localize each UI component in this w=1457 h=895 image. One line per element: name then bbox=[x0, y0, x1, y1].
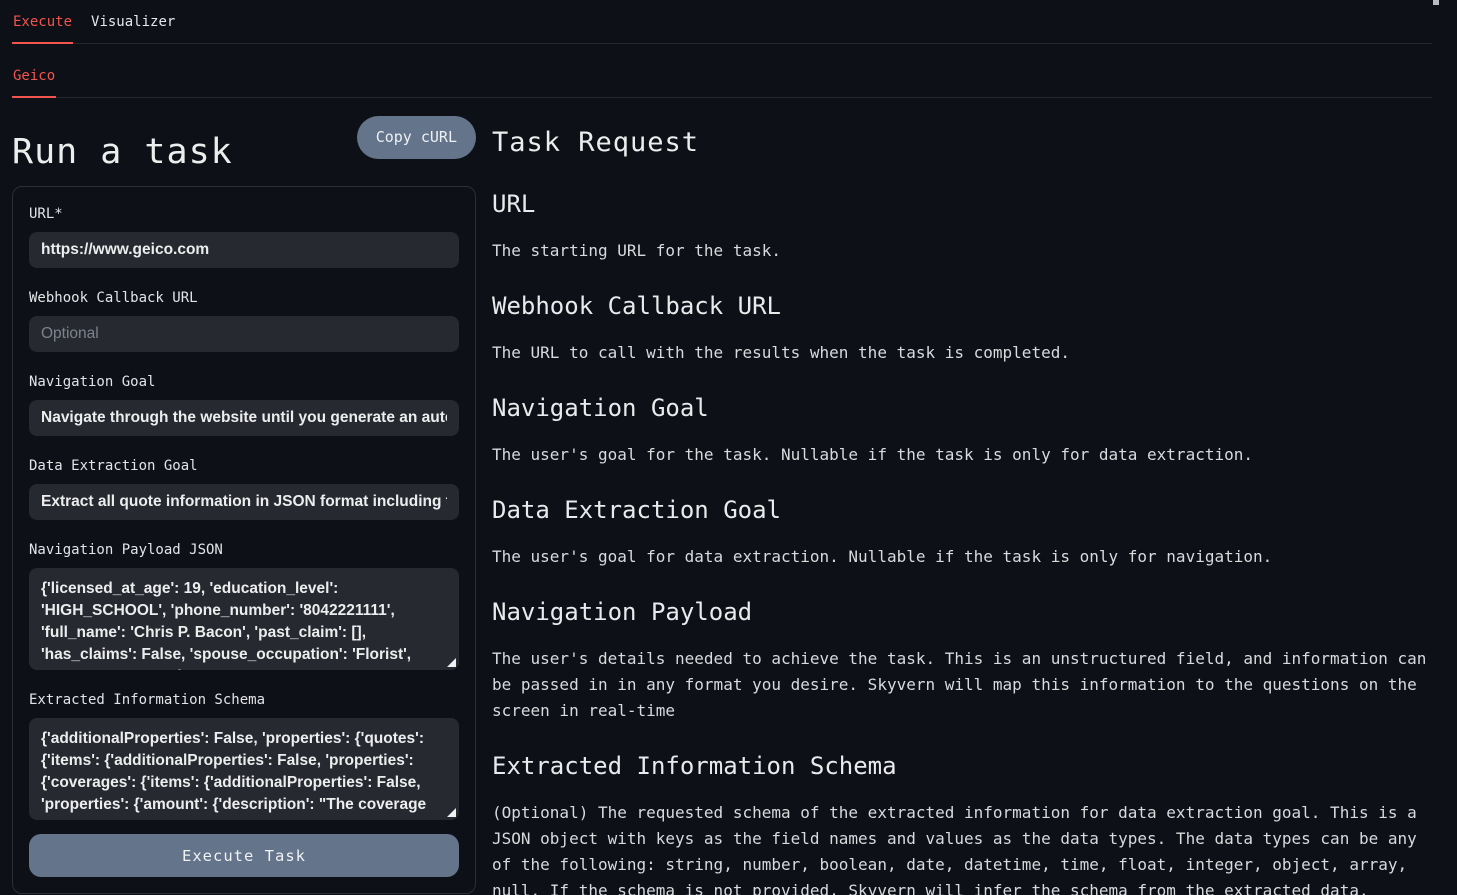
doc-heading: Navigation Goal bbox=[492, 393, 1432, 423]
execute-task-button[interactable]: Execute Task bbox=[29, 834, 459, 877]
doc-section-navigation-goal: Navigation Goal The user's goal for the … bbox=[492, 393, 1432, 468]
webhook-label: Webhook Callback URL bbox=[29, 291, 459, 305]
task-form-panel: Run a task Copy cURL URL* Webhook Callba… bbox=[12, 98, 476, 894]
navigation-goal-input[interactable] bbox=[29, 400, 459, 436]
navigation-goal-field-group: Navigation Goal bbox=[29, 375, 459, 436]
extracted-schema-label: Extracted Information Schema bbox=[29, 693, 459, 707]
doc-section-data-extraction-goal: Data Extraction Goal The user's goal for… bbox=[492, 495, 1432, 570]
resize-handle-icon[interactable] bbox=[447, 808, 456, 817]
extracted-schema-textarea[interactable]: {'additionalProperties': False, 'propert… bbox=[29, 718, 459, 820]
task-form-header: Run a task Copy cURL bbox=[12, 116, 476, 172]
tab-visualizer[interactable]: Visualizer bbox=[90, 0, 176, 44]
doc-heading: Data Extraction Goal bbox=[492, 495, 1432, 525]
url-field-group: URL* bbox=[29, 207, 459, 268]
task-request-docs: Task Request URL The starting URL for th… bbox=[492, 98, 1432, 895]
doc-body: The user's goal for the task. Nullable i… bbox=[492, 442, 1432, 468]
data-extraction-goal-input[interactable] bbox=[29, 484, 459, 520]
extracted-schema-field-group: Extracted Information Schema {'additiona… bbox=[29, 693, 459, 820]
page-title: Run a task bbox=[12, 116, 233, 172]
url-label: URL* bbox=[29, 207, 459, 221]
doc-section-navigation-payload: Navigation Payload The user's details ne… bbox=[492, 597, 1432, 724]
navigation-payload-textarea[interactable]: {'licensed_at_age': 19, 'education_level… bbox=[29, 568, 459, 670]
url-input[interactable] bbox=[29, 232, 459, 268]
doc-section-webhook: Webhook Callback URL The URL to call wit… bbox=[492, 291, 1432, 366]
doc-heading: Webhook Callback URL bbox=[492, 291, 1432, 321]
doc-heading: Extracted Information Schema bbox=[492, 751, 1432, 781]
webhook-field-group: Webhook Callback URL bbox=[29, 291, 459, 352]
copy-curl-button[interactable]: Copy cURL bbox=[357, 116, 476, 159]
navigation-goal-label: Navigation Goal bbox=[29, 375, 459, 389]
doc-section-extracted-schema: Extracted Information Schema (Optional) … bbox=[492, 751, 1432, 895]
data-extraction-goal-label: Data Extraction Goal bbox=[29, 459, 459, 473]
scrollbar-thumb[interactable] bbox=[1433, 0, 1439, 5]
doc-section-url: URL The starting URL for the task. bbox=[492, 189, 1432, 264]
doc-body: The user's details needed to achieve the… bbox=[492, 646, 1432, 724]
doc-heading: URL bbox=[492, 189, 1432, 219]
doc-body: (Optional) The requested schema of the e… bbox=[492, 800, 1432, 895]
tab-geico[interactable]: Geico bbox=[12, 54, 56, 98]
docs-title: Task Request bbox=[492, 127, 1432, 159]
doc-body: The user's goal for data extraction. Nul… bbox=[492, 544, 1432, 570]
resize-handle-icon[interactable] bbox=[447, 658, 456, 667]
webhook-input[interactable] bbox=[29, 316, 459, 352]
task-form-card: URL* Webhook Callback URL Navigation Goa… bbox=[12, 186, 476, 894]
doc-body: The starting URL for the task. bbox=[492, 238, 1432, 264]
data-extraction-goal-field-group: Data Extraction Goal bbox=[29, 459, 459, 520]
sub-tabbar: Geico bbox=[12, 54, 1432, 98]
main-tabbar: Execute Visualizer bbox=[12, 0, 1432, 44]
doc-heading: Navigation Payload bbox=[492, 597, 1432, 627]
navigation-payload-field-group: Navigation Payload JSON {'licensed_at_ag… bbox=[29, 543, 459, 670]
navigation-payload-label: Navigation Payload JSON bbox=[29, 543, 459, 557]
tab-execute[interactable]: Execute bbox=[12, 0, 73, 44]
doc-body: The URL to call with the results when th… bbox=[492, 340, 1432, 366]
